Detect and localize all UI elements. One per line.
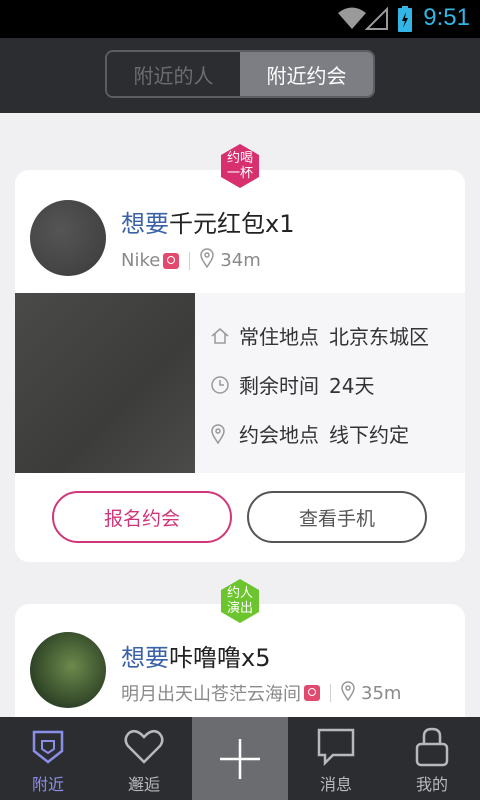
status-bar: 9:51 bbox=[0, 0, 480, 38]
gender-badge-icon bbox=[163, 252, 180, 269]
category-badge: 约人 演出 bbox=[217, 578, 263, 624]
tab-nearby-people[interactable]: 附近的人 bbox=[107, 52, 240, 96]
divider bbox=[330, 684, 331, 702]
detail-label: 剩余时间 bbox=[239, 374, 319, 398]
nav-item-nearby[interactable]: 附近 bbox=[0, 717, 96, 800]
user-meta: 明月出天山苍茫云海间 35m bbox=[121, 680, 401, 706]
top-header: 附近的人 附近约会 bbox=[0, 38, 480, 113]
detail-value: 24天 bbox=[329, 374, 375, 398]
location-pin-icon bbox=[200, 248, 215, 273]
nav-label: 邂逅 bbox=[127, 775, 160, 794]
want-prefix: 想要 bbox=[121, 644, 169, 672]
post-details: 常住地点 北京东城区 剩余时间 24天 约会地点 线下约定 bbox=[15, 293, 465, 473]
tab-nearby-dates[interactable]: 附近约会 bbox=[240, 52, 373, 96]
username: 明月出天山苍茫云海间 bbox=[121, 684, 301, 705]
clock-icon bbox=[210, 375, 230, 395]
want-item: 千元红包x1 bbox=[169, 210, 295, 238]
location-pin-icon bbox=[341, 680, 355, 706]
detail-label: 常住地点 bbox=[239, 325, 319, 349]
view-phone-button[interactable]: 查看手机 bbox=[247, 491, 427, 543]
date-post-card[interactable]: 想要千元红包x1 Nike 34m 常住地点 北京东城区 剩余时间 24天 约会… bbox=[15, 170, 465, 562]
person-icon bbox=[415, 725, 449, 769]
category-badge-text: 约喝 一杯 bbox=[226, 151, 253, 181]
shield-icon bbox=[31, 725, 65, 769]
bottom-nav: 附近 邂逅 消息 我的 bbox=[0, 717, 480, 800]
nav-label: 附近 bbox=[31, 775, 64, 794]
detail-row-residence: 常住地点 北京东城区 bbox=[210, 321, 429, 350]
detail-value: 线下约定 bbox=[329, 423, 409, 447]
nav-item-encounter[interactable]: 邂逅 bbox=[96, 717, 192, 800]
gender-badge-icon bbox=[304, 685, 320, 701]
user-meta: Nike 34m bbox=[121, 248, 261, 273]
heart-icon bbox=[124, 725, 164, 769]
divider bbox=[189, 251, 191, 270]
nav-item-messages[interactable]: 消息 bbox=[288, 717, 384, 800]
username: Nike bbox=[121, 250, 161, 271]
category-badge: 约喝 一杯 bbox=[217, 143, 263, 189]
avatar[interactable] bbox=[30, 200, 106, 276]
distance: 34m bbox=[220, 250, 261, 271]
home-icon bbox=[210, 326, 230, 346]
category-badge-text: 约人 演出 bbox=[226, 586, 253, 616]
post-feed[interactable]: 想要千元红包x1 Nike 34m 常住地点 北京东城区 剩余时间 24天 约会… bbox=[0, 113, 480, 717]
nav-item-create[interactable] bbox=[192, 717, 288, 800]
chat-bubble-icon bbox=[317, 725, 355, 769]
want-item: 咔噜噜x5 bbox=[169, 644, 271, 672]
avatar[interactable] bbox=[30, 632, 106, 708]
detail-value: 北京东城区 bbox=[329, 325, 429, 349]
nav-label: 我的 bbox=[415, 775, 448, 794]
signal-icon bbox=[364, 6, 389, 34]
want-prefix: 想要 bbox=[121, 210, 169, 238]
segment-control: 附近的人 附近约会 bbox=[105, 50, 375, 98]
post-photo[interactable] bbox=[15, 293, 195, 473]
distance: 35m bbox=[361, 682, 402, 704]
location-pin-icon bbox=[210, 423, 230, 444]
signup-date-button[interactable]: 报名约会 bbox=[52, 491, 232, 543]
want-title: 想要千元红包x1 bbox=[121, 204, 294, 239]
status-time: 9:51 bbox=[423, 4, 470, 31]
plus-icon bbox=[218, 717, 262, 800]
want-title: 想要咔噜噜x5 bbox=[121, 638, 270, 673]
detail-row-venue: 约会地点 线下约定 bbox=[210, 419, 409, 448]
wifi-icon bbox=[337, 6, 367, 34]
battery-icon bbox=[398, 6, 412, 36]
detail-label: 约会地点 bbox=[239, 423, 319, 447]
nav-item-me[interactable]: 我的 bbox=[384, 717, 480, 800]
nav-label: 消息 bbox=[319, 775, 352, 794]
detail-row-remaining-time: 剩余时间 24天 bbox=[210, 370, 374, 399]
